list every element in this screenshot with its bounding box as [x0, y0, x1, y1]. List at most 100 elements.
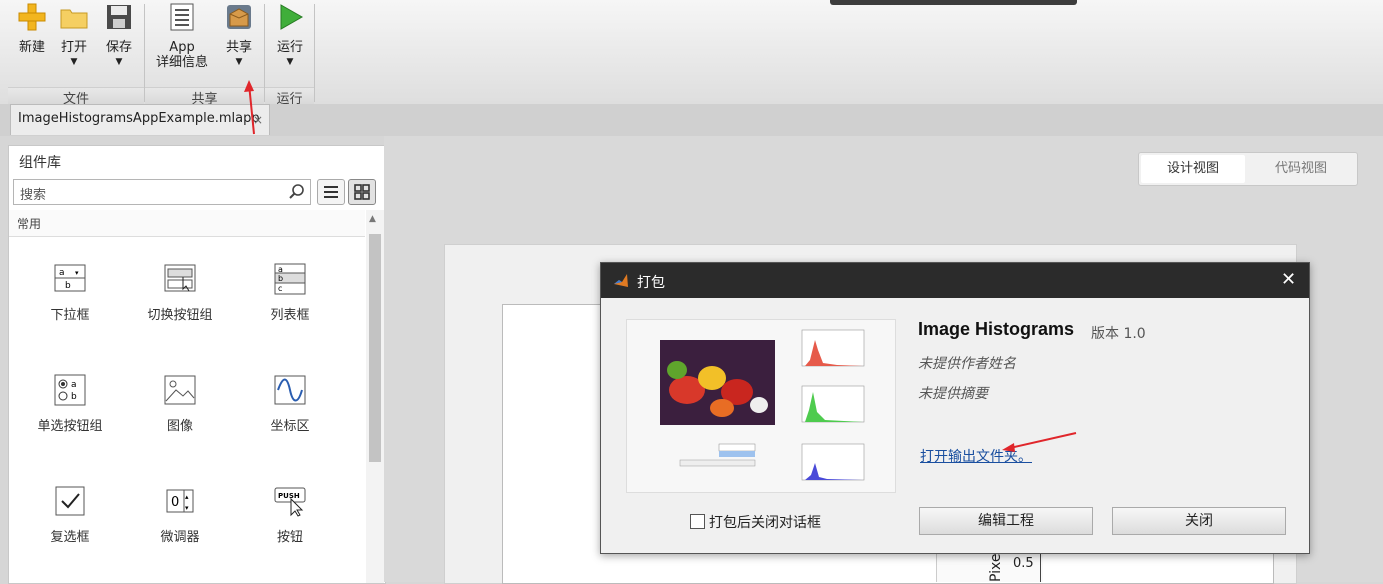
section-divider: [314, 4, 315, 102]
list-icon: [324, 186, 338, 198]
spinner-icon: 0 ▴ ▾: [166, 489, 194, 513]
details-icon: [170, 3, 194, 31]
app-version: 版本 1.0: [1091, 326, 1146, 342]
section-label-file: 文件: [8, 87, 144, 107]
checkbox-label: 打包后关闭对话框: [709, 515, 821, 531]
plus-icon: [18, 3, 46, 31]
axis-label: Pixe: [988, 553, 1004, 583]
save-label: 保存: [105, 40, 132, 55]
dialog-title: 打包: [637, 275, 665, 291]
component-label: 按钮: [276, 530, 303, 545]
save-dropdown-icon[interactable]: ▼: [101, 55, 137, 69]
open-label: 打开: [60, 40, 87, 55]
run-dropdown-icon[interactable]: ▼: [272, 55, 308, 69]
component-radio-button-group[interactable]: a b 单选按钮组: [15, 374, 125, 434]
package-dialog: 打包 ✕ Image Histograms 版本 1.0 未提供作者姓名 未提供…: [600, 262, 1310, 554]
play-icon: [280, 4, 304, 30]
app-details-button[interactable]: App 详细信息: [150, 2, 214, 70]
file-tab[interactable]: ImageHistogramsAppExample.mlapp ×: [10, 104, 270, 135]
scroll-up-icon[interactable]: ▲: [369, 214, 376, 224]
svg-text:c: c: [278, 284, 282, 293]
component-image[interactable]: 图像: [125, 374, 235, 434]
toolstrip: 新建 打开 ▼ 保存 ▼ App 详细信息 共享 ▼ 运行 ▼ 文件 共享 运行: [0, 0, 1383, 107]
component-label: 微调器: [160, 530, 200, 545]
floppy-disk-icon: [107, 5, 131, 29]
component-dropdown[interactable]: a ▾ b 下拉框: [15, 263, 125, 323]
app-details-label-2: 详细信息: [155, 55, 208, 70]
component-axes[interactable]: 坐标区: [235, 374, 345, 434]
search-placeholder: 搜索: [20, 188, 47, 203]
category-label: 常用: [17, 217, 42, 231]
design-view-tab[interactable]: 设计视图: [1141, 155, 1245, 183]
run-button[interactable]: 运行 ▼: [272, 2, 308, 69]
component-push-button[interactable]: PUSH 按钮: [235, 485, 345, 545]
section-label-run: 运行: [265, 87, 314, 107]
share-label: 共享: [225, 40, 252, 55]
app-preview-image: [627, 320, 895, 492]
matlab-logo-icon: [614, 274, 628, 287]
close-after-package-checkbox[interactable]: 打包后关闭对话框: [690, 512, 821, 532]
file-tab-label: ImageHistogramsAppExample.mlapp: [18, 111, 260, 126]
app-screenshot-preview: [626, 319, 896, 493]
svg-text:a: a: [59, 268, 65, 278]
dialog-titlebar: 打包 ✕: [601, 263, 1309, 298]
component-label: 切换按钮组: [147, 308, 213, 323]
search-icon[interactable]: [288, 183, 306, 201]
new-label: 新建: [18, 40, 45, 55]
new-button[interactable]: 新建: [14, 2, 50, 55]
view-toggle: 设计视图 代码视图: [1138, 152, 1358, 186]
checkbox-icon: [55, 486, 85, 516]
component-toggle-button-group[interactable]: 切换按钮组: [125, 263, 235, 323]
listbox-icon: a b c: [274, 263, 306, 295]
component-label: 坐标区: [270, 419, 310, 434]
toggle-button-group-icon: [164, 264, 196, 292]
annotation-arrow-icon: [244, 80, 255, 135]
image-icon: [164, 375, 196, 405]
app-summary: 未提供摘要: [918, 386, 988, 402]
svg-text:▾: ▾: [75, 269, 79, 277]
component-checkbox[interactable]: 复选框: [15, 485, 125, 545]
svg-text:b: b: [278, 274, 283, 283]
radio-button-group-icon: a b: [54, 374, 86, 406]
app-author: 未提供作者姓名: [918, 356, 1016, 372]
svg-text:▴: ▴: [185, 493, 189, 501]
svg-text:b: b: [71, 392, 77, 402]
package-icon: [227, 5, 251, 29]
axes-icon: [274, 375, 306, 405]
scrollbar-thumb[interactable]: [369, 234, 381, 462]
folder-icon: [60, 9, 88, 29]
svg-text:a: a: [71, 380, 77, 390]
close-button[interactable]: 关闭: [1112, 507, 1286, 535]
component-listbox[interactable]: a b c 列表框: [235, 263, 345, 323]
close-icon[interactable]: ✕: [1281, 269, 1296, 290]
share-button[interactable]: 共享 ▼: [221, 2, 257, 69]
component-label: 单选按钮组: [37, 419, 103, 434]
category-header[interactable]: 常用: [9, 210, 365, 237]
open-button[interactable]: 打开 ▼: [56, 2, 92, 69]
dropdown-icon: a ▾ b: [54, 264, 86, 292]
svg-text:b: b: [65, 281, 71, 291]
code-view-tab[interactable]: 代码视图: [1249, 155, 1353, 183]
annotation-arrow-icon: [1002, 432, 1077, 452]
svg-text:▾: ▾: [185, 504, 189, 512]
grid-view-button[interactable]: [348, 179, 376, 205]
component-label: 复选框: [50, 530, 90, 545]
svg-text:0: 0: [171, 495, 179, 510]
grid-icon: [354, 184, 370, 200]
top-overlay-bar: [830, 0, 1077, 5]
list-view-button[interactable]: [317, 179, 345, 205]
checkbox-box[interactable]: [690, 514, 705, 529]
svg-text:PUSH: PUSH: [278, 492, 300, 500]
component-label: 列表框: [270, 308, 310, 323]
push-button-icon: PUSH: [274, 487, 306, 517]
share-dropdown-icon[interactable]: ▼: [221, 55, 257, 69]
component-spinner[interactable]: 0 ▴ ▾ 微调器: [125, 485, 235, 545]
app-name: Image Histograms: [918, 319, 1075, 339]
axis-tick-label: 0.5: [1013, 556, 1034, 571]
component-label: 下拉框: [50, 308, 90, 323]
app-details-label-1: App: [169, 40, 195, 55]
edit-project-button[interactable]: 编辑工程: [919, 507, 1093, 535]
open-dropdown-icon[interactable]: ▼: [56, 55, 92, 69]
search-input[interactable]: 搜索: [13, 179, 311, 205]
save-button[interactable]: 保存 ▼: [101, 2, 137, 69]
